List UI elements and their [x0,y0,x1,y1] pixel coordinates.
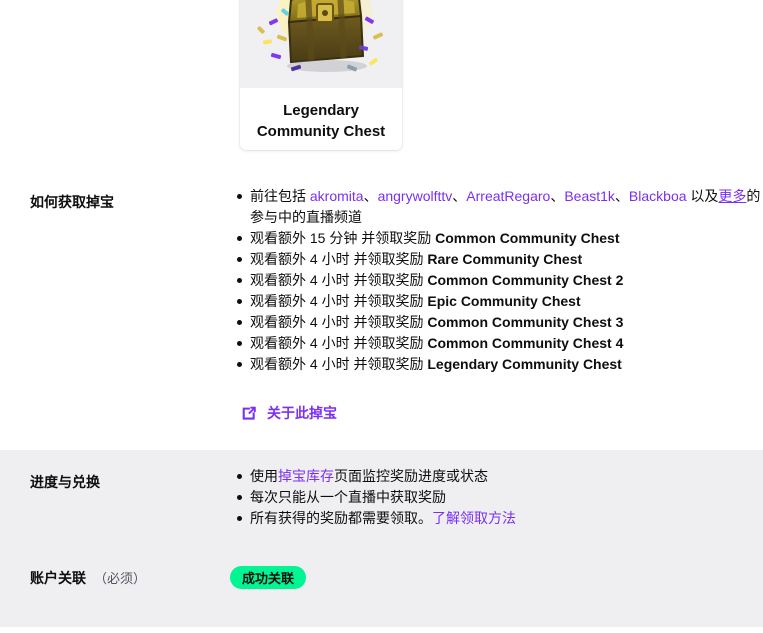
reward-image-container [240,0,402,88]
bullet-watch-reward-5: 观看额外 4 小时 并领取奖励 Common Community Chest 3 [237,312,763,333]
how-to-earn-bullet-list: 前往包括 akromita、angrywolfttv、ArreatRegaro、… [232,186,763,375]
how-to-earn-body: 前往包括 akromita、angrywolfttv、ArreatRegaro、… [232,186,763,375]
drops-inventory-link[interactable]: 掉宝库存 [278,468,334,484]
reward-card-title-line1: Legendary [283,102,359,119]
section-label-progress: 进度与兑换 [30,474,100,490]
reward-name-2: Rare Community Chest [427,251,583,267]
reward-name-4: Epic Community Chest [427,293,581,309]
bullet-prefix: 前往包括 [250,188,310,204]
reward-card-title-line2: Community Chest [256,123,386,140]
watch-requirement-1: 观看额外 15 分钟 并领取奖励 [250,230,436,246]
bullet-watch-reward-1: 观看额外 15 分钟 并领取奖励 Common Community Chest [237,228,763,249]
channel-link-akromita[interactable]: akromita [310,188,364,204]
section-label-how-to-earn: 如何获取掉宝 [30,194,114,210]
bullet-watch-reward-6: 观看额外 4 小时 并领取奖励 Common Community Chest 4 [237,333,763,354]
reward-name-5: Common Community Chest 3 [427,314,624,330]
bullet-progress-3: 所有获得的奖励都需要领取。了解领取方法 [237,508,763,529]
progress-post-1: 页面监控奖励进度或状态 [334,468,488,484]
reward-card-title: Legendary Community Chest [240,88,402,142]
reward-name-7: Legendary Community Chest [427,356,622,372]
about-this-drop-link[interactable]: 关于此掉宝 [240,403,337,423]
watch-requirement-2: 观看额外 4 小时 并领取奖励 [250,251,428,267]
bullet-visit-channels: 前往包括 akromita、angrywolfttv、ArreatRegaro、… [237,186,763,228]
bullet-middle-text: 以及 [686,188,719,204]
separator-2: 、 [452,188,467,204]
more-channels-link[interactable]: 更多 [718,188,746,204]
separator-3: 、 [550,188,565,204]
progress-bullet-list: 使用掉宝库存页面监控奖励进度或状态 每次只能从一个直播中获取奖励 所有获得的奖励… [232,466,763,529]
account-connection-required-note: （必须） [94,571,147,586]
bullet-watch-reward-3: 观看额外 4 小时 并领取奖励 Common Community Chest 2 [237,270,763,291]
section-label-account-connection: 账户关联 （必须） [30,568,146,588]
how-to-claim-link[interactable]: 了解领取方法 [432,510,516,526]
watch-requirement-5: 观看额外 4 小时 并领取奖励 [250,314,428,330]
about-this-drop-label: 关于此掉宝 [267,405,337,421]
reward-name-1: Common Community Chest [435,230,620,246]
reward-name-6: Common Community Chest 4 [427,335,624,351]
channel-link-beast1k[interactable]: Beast1k [564,188,615,204]
bullet-progress-2: 每次只能从一个直播中获取奖励 [237,487,763,508]
reward-card-legendary-community-chest[interactable]: Legendary Community Chest [240,0,402,150]
bullet-progress-1: 使用掉宝库存页面监控奖励进度或状态 [237,466,763,487]
reward-name-3: Common Community Chest 2 [427,272,624,288]
watch-requirement-7: 观看额外 4 小时 并领取奖励 [250,356,428,372]
treasure-chest-image [257,0,384,72]
status-badge-account-connected: 成功关联 [230,566,307,589]
bullet-watch-reward-4: 观看额外 4 小时 并领取奖励 Epic Community Chest [237,291,763,312]
bullet-watch-reward-7: 观看额外 4 小时 并领取奖励 Legendary Community Ches… [237,354,763,375]
separator-1: 、 [363,188,378,204]
separator-4: 、 [614,188,629,204]
progress-pre-1: 使用 [250,468,278,484]
channel-link-blackboa[interactable]: Blackboa [629,188,687,204]
drops-campaign-details-page: Legendary Community Chest 如何获取掉宝 前往包括 ak… [0,0,763,633]
watch-requirement-6: 观看额外 4 小时 并领取奖励 [250,335,428,351]
account-connection-label-text: 账户关联 [30,570,86,586]
watch-requirement-4: 观看额外 4 小时 并领取奖励 [250,293,428,309]
bullet-watch-reward-2: 观看额外 4 小时 并领取奖励 Rare Community Chest [237,249,763,270]
progress-body: 使用掉宝库存页面监控奖励进度或状态 每次只能从一个直播中获取奖励 所有获得的奖励… [232,466,763,529]
progress-pre-3: 所有获得的奖励都需要领取。 [250,510,432,526]
external-link-icon [242,406,256,420]
watch-requirement-3: 观看额外 4 小时 并领取奖励 [250,272,428,288]
progress-pre-2: 每次只能从一个直播中获取奖励 [250,489,446,505]
channel-link-arreatregaro[interactable]: ArreatRegaro [466,188,550,204]
channel-link-angrywolfttv[interactable]: angrywolfttv [378,188,453,204]
